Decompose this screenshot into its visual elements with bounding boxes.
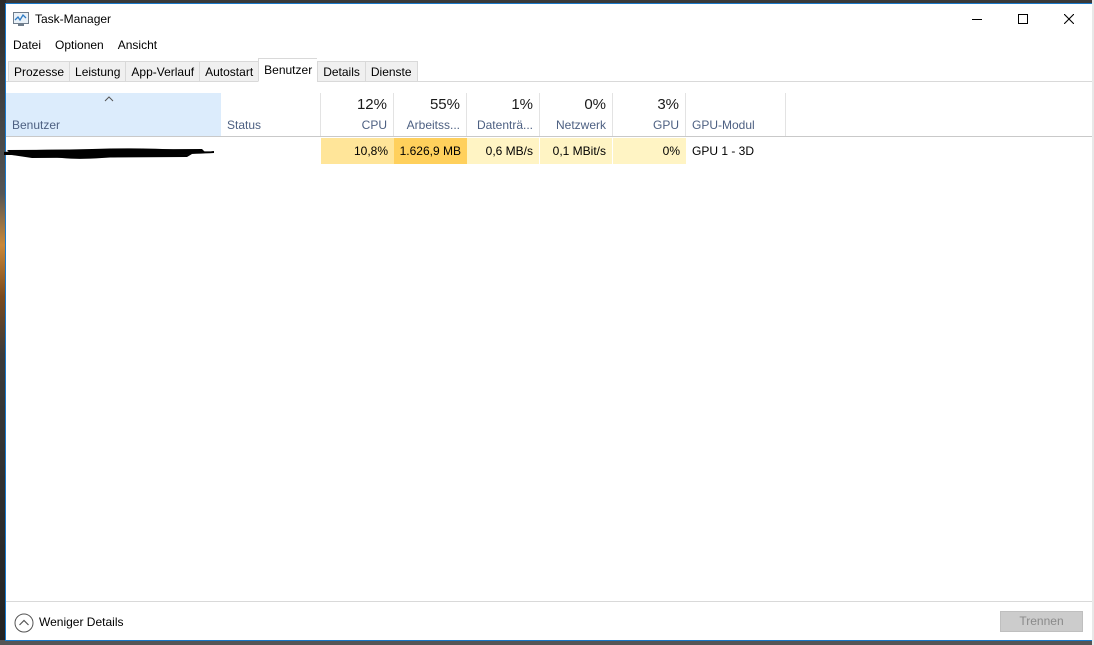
cell-arbeitsspeicher: 1.626,9 MB <box>394 138 467 164</box>
close-icon <box>1064 14 1074 24</box>
task-manager-icon <box>13 12 29 26</box>
menu-optionen[interactable]: Optionen <box>48 36 111 56</box>
tab-bar: Prozesse Leistung App-Verlauf Autostart … <box>6 57 1092 82</box>
column-header-arbeitsspeicher[interactable]: 55% Arbeitss... <box>394 93 467 136</box>
table-row[interactable]: 10,8% 1.626,9 MB 0,6 MB/s 0,1 MBit/s 0% … <box>4 138 1092 164</box>
redaction-scribble <box>4 148 214 159</box>
column-label-gpu: GPU <box>652 118 679 132</box>
window-title: Task-Manager <box>35 12 112 26</box>
column-label-netzwerk: Netzwerk <box>555 118 606 132</box>
minimize-button[interactable] <box>954 4 1000 34</box>
task-manager-window: Task-Manager Datei Optionen Ansicht Proz… <box>4 3 1093 641</box>
memory-total-percent: 55% <box>429 96 460 113</box>
menu-bar: Datei Optionen Ansicht <box>6 36 164 56</box>
column-label-datentraeger: Datenträ... <box>476 118 533 132</box>
cell-user <box>4 138 221 164</box>
tab-dienste[interactable]: Dienste <box>364 61 418 82</box>
menu-ansicht[interactable]: Ansicht <box>111 36 164 56</box>
gpu-total-percent: 3% <box>657 96 679 113</box>
disk-total-percent: 1% <box>511 96 533 113</box>
network-total-percent: 0% <box>584 96 606 113</box>
column-label-arbeitsspeicher: Arbeitss... <box>406 118 460 132</box>
column-header-status[interactable]: Status <box>221 93 321 136</box>
column-label-benutzer: Benutzer <box>12 118 61 132</box>
maximize-button[interactable] <box>1000 4 1046 34</box>
footer-bar: Weniger Details Trennen <box>6 601 1092 641</box>
minimize-icon <box>972 19 982 20</box>
column-header-row: Benutzer Status 12% CPU 55% Arbeitss... … <box>6 93 1092 137</box>
close-button[interactable] <box>1046 4 1092 34</box>
column-label-status: Status <box>227 118 262 132</box>
cell-gpu-modul: GPU 1 - 3D <box>692 144 755 158</box>
column-header-gpu-modul[interactable]: GPU-Modul <box>686 93 786 136</box>
cpu-total-percent: 12% <box>356 96 387 113</box>
tab-autostart[interactable]: Autostart <box>199 61 259 82</box>
cell-cpu: 10,8% <box>321 138 394 164</box>
menu-datei[interactable]: Datei <box>6 36 48 56</box>
disconnect-button[interactable]: Trennen <box>1000 611 1083 632</box>
cell-netzwerk: 0,1 MBit/s <box>540 138 613 164</box>
chevron-up-circle-icon[interactable] <box>14 613 34 633</box>
tab-leistung[interactable]: Leistung <box>69 61 126 82</box>
column-label-cpu: CPU <box>361 118 387 132</box>
column-label-gpu-modul: GPU-Modul <box>692 118 755 132</box>
sort-ascending-icon <box>104 96 114 102</box>
cell-datentraeger: 0,6 MB/s <box>467 138 540 164</box>
tab-app-verlauf[interactable]: App-Verlauf <box>125 61 200 82</box>
maximize-icon <box>1018 14 1028 24</box>
fewer-details-link[interactable]: Weniger Details <box>39 615 123 629</box>
column-header-benutzer[interactable]: Benutzer <box>6 93 221 136</box>
tab-prozesse[interactable]: Prozesse <box>8 61 70 82</box>
title-bar[interactable]: Task-Manager <box>6 4 1092 34</box>
cell-status <box>221 138 321 164</box>
tab-details[interactable]: Details <box>317 61 365 82</box>
column-header-cpu[interactable]: 12% CPU <box>321 93 394 136</box>
column-header-gpu[interactable]: 3% GPU <box>613 93 686 136</box>
column-header-netzwerk[interactable]: 0% Netzwerk <box>540 93 613 136</box>
tab-benutzer[interactable]: Benutzer <box>258 58 318 82</box>
cell-gpu: 0% <box>613 138 686 164</box>
column-header-datentraeger[interactable]: 1% Datenträ... <box>467 93 540 136</box>
